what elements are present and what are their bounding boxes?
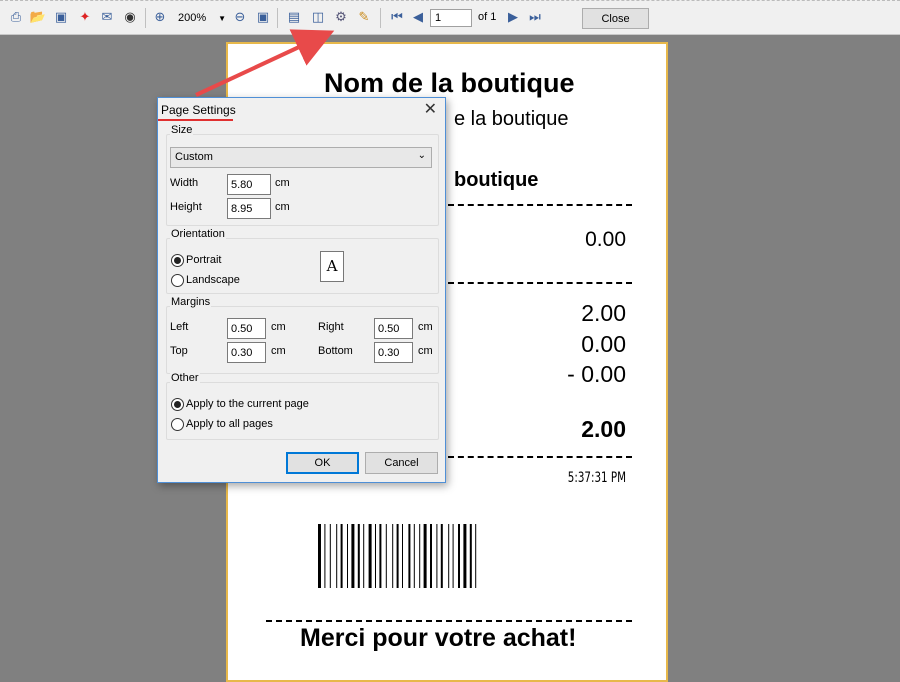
ok-button[interactable]: OK — [286, 452, 359, 474]
apply-all-label[interactable]: Apply to all pages — [186, 418, 273, 430]
amount: 2.00 — [581, 300, 626, 326]
apply-current-label[interactable]: Apply to the current page — [186, 398, 309, 410]
printer-icon[interactable]: ⎙ — [7, 9, 25, 27]
size-select[interactable]: Custom ⌄ — [170, 147, 432, 168]
apply-current-radio[interactable] — [171, 398, 184, 411]
save-icon[interactable]: ▣ — [52, 9, 70, 27]
other-group-title: Other — [170, 372, 200, 384]
height-unit: cm — [275, 201, 290, 213]
pdf-icon[interactable]: ✦ — [76, 9, 94, 27]
divider — [448, 282, 632, 284]
width-unit: cm — [275, 177, 290, 189]
landscape-radio[interactable] — [171, 274, 184, 287]
timestamp: 5:37:31 PM — [567, 470, 626, 486]
full-page-icon[interactable]: ▣ — [254, 9, 272, 27]
divider — [266, 620, 632, 622]
zoom-select[interactable]: 200% ▼ — [178, 10, 226, 27]
height-label: Height — [170, 201, 202, 213]
thank-you-message: Merci pour votre achat! — [300, 624, 577, 652]
top-margin-label: Top — [170, 345, 188, 357]
top-margin-field[interactable] — [227, 342, 266, 363]
amount: - 0.00 — [567, 361, 626, 387]
zoom-out-icon[interactable]: ⊖ — [231, 9, 249, 27]
apply-all-radio[interactable] — [171, 418, 184, 431]
next-page-icon[interactable]: ▶ — [504, 9, 522, 27]
size-value: Custom — [175, 151, 213, 163]
right-margin-unit: cm — [418, 321, 433, 333]
close-icon[interactable]: ✕ — [424, 99, 437, 118]
find-icon[interactable]: ◉ — [121, 9, 139, 27]
page-count: of 1 — [478, 11, 497, 23]
margins-group: Margins Left cm Right cm Top cm Bottom c… — [166, 296, 439, 374]
size-group-title: Size — [170, 124, 194, 136]
close-button[interactable]: Close — [582, 8, 649, 29]
right-margin-field[interactable] — [374, 318, 413, 339]
portrait-label[interactable]: Portrait — [186, 254, 221, 266]
width-field[interactable] — [227, 174, 271, 195]
orientation-group: Orientation Portrait Landscape A — [166, 228, 439, 294]
first-page-icon[interactable]: ⏮ — [388, 9, 406, 27]
page-settings-icon[interactable]: ⚙ — [332, 9, 350, 27]
amount: 0.00 — [585, 228, 626, 251]
shop-subtitle: e la boutique — [454, 108, 569, 130]
other-group: Other Apply to the current page Apply to… — [166, 372, 439, 440]
top-margin-unit: cm — [271, 345, 286, 357]
divider — [448, 204, 632, 206]
page-number-input[interactable] — [430, 9, 472, 27]
page-settings-dialog: Page Settings ✕ Size Custom ⌄ Width cm H… — [157, 97, 446, 483]
page-orientation-icon: A — [320, 251, 344, 282]
dialog-title: Page Settings — [161, 103, 236, 117]
bottom-margin-label: Bottom — [318, 345, 353, 357]
two-page-icon[interactable]: ◫ — [309, 9, 327, 27]
portrait-radio[interactable] — [171, 254, 184, 267]
height-field[interactable] — [227, 198, 271, 219]
bottom-margin-unit: cm — [418, 345, 433, 357]
title-underline — [158, 119, 233, 121]
shop-name: Nom de la boutique — [324, 68, 575, 98]
single-page-icon[interactable]: ▤ — [285, 9, 303, 27]
margins-group-title: Margins — [170, 296, 212, 308]
left-margin-unit: cm — [271, 321, 286, 333]
bottom-margin-field[interactable] — [374, 342, 413, 363]
width-label: Width — [170, 177, 199, 189]
orientation-group-title: Orientation — [170, 228, 226, 240]
toolbar: ⎙ 📂 ▣ ✦ ✉ ◉ ⊕ 200% ▼ ⊖ ▣ ▤ ◫ ⚙ ✎ ⏮ ◀ of … — [0, 0, 900, 35]
email-icon[interactable]: ✉ — [98, 9, 116, 27]
chevron-down-icon: ▼ — [218, 14, 226, 23]
barcode — [318, 524, 477, 588]
landscape-label[interactable]: Landscape — [186, 274, 240, 286]
zoom-in-icon[interactable]: ⊕ — [151, 9, 169, 27]
right-margin-label: Right — [318, 321, 344, 333]
zoom-value: 200% — [178, 12, 207, 24]
chevron-down-icon: ⌄ — [417, 150, 426, 161]
open-folder-icon[interactable]: 📂 — [29, 9, 47, 27]
left-margin-label: Left — [170, 321, 189, 333]
shop-heading: boutique — [454, 169, 539, 191]
total-amount: 2.00 — [581, 416, 626, 442]
last-page-icon[interactable]: ⏭ — [526, 9, 544, 27]
amount: 0.00 — [581, 331, 626, 357]
edit-icon[interactable]: ✎ — [355, 9, 373, 27]
left-margin-field[interactable] — [227, 318, 266, 339]
previous-page-icon[interactable]: ◀ — [409, 9, 427, 27]
divider — [448, 456, 632, 458]
cancel-button[interactable]: Cancel — [365, 452, 438, 474]
size-group: Size Custom ⌄ Width cm Height cm — [166, 124, 439, 226]
